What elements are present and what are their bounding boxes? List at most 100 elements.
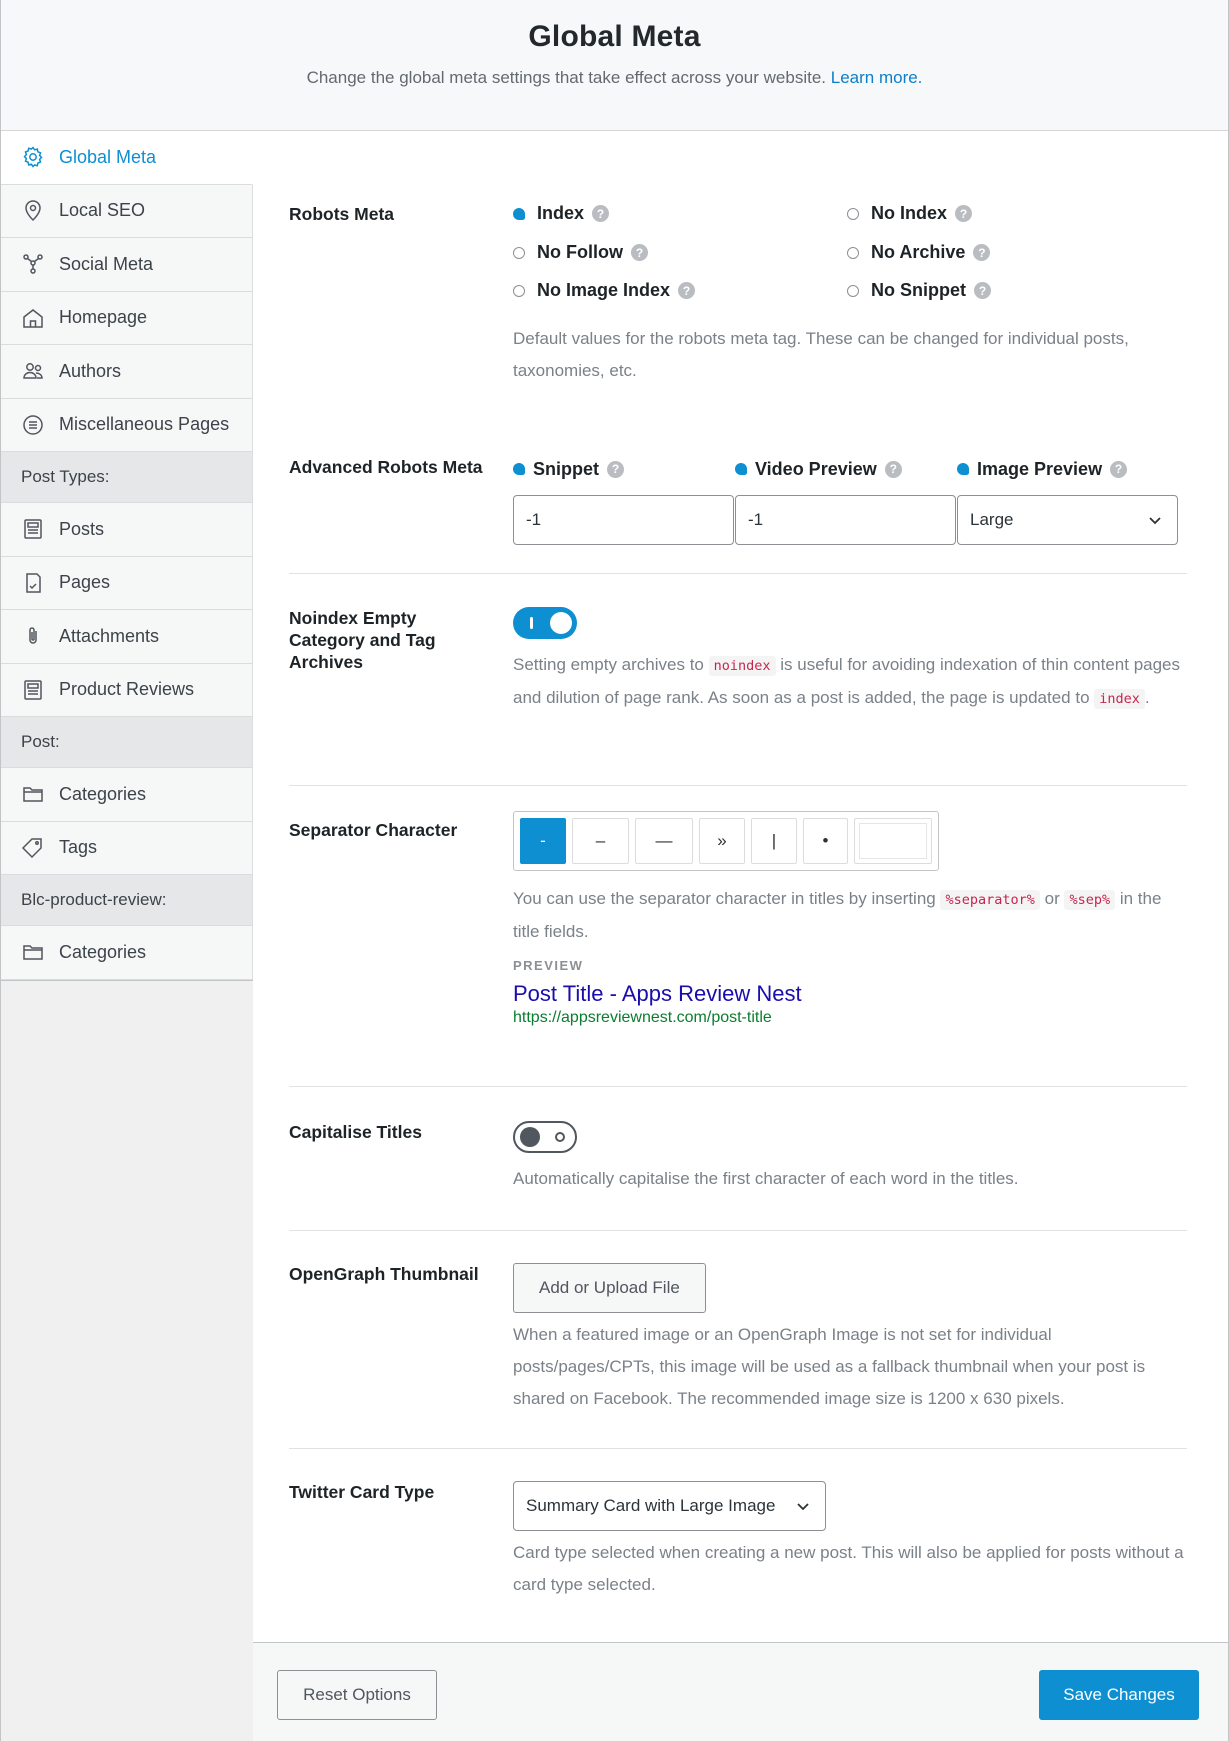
checkbox-unchecked[interactable] (513, 284, 525, 297)
checkbox-checked[interactable] (957, 463, 969, 475)
snippet-control: Snippet? -1 (513, 456, 735, 545)
noindex-empty-toggle[interactable] (513, 607, 577, 639)
noindex-empty-label: Noindex Empty Category and Tag Archives (289, 608, 436, 672)
robots-meta-label: Robots Meta (289, 204, 394, 224)
image-preview-select[interactable]: Large (957, 495, 1178, 545)
robots-option-noimageindex[interactable]: No Image Index ? (513, 280, 696, 301)
preview-label: PREVIEW (513, 958, 584, 973)
help-icon[interactable]: ? (974, 282, 991, 299)
help-icon[interactable]: ? (630, 244, 648, 261)
checkbox-checked[interactable] (735, 463, 747, 475)
select-value: Summary Card with Large Image (526, 1496, 776, 1515)
noindex-empty-description: Setting empty archives to noindex is use… (513, 649, 1187, 715)
reset-options-button[interactable]: Reset Options (277, 1670, 437, 1720)
desc-text: You can use the separator character in t… (513, 889, 936, 908)
separator-option-emdash[interactable]: — (635, 818, 693, 864)
chevron-down-icon (797, 1503, 809, 1511)
help-icon[interactable]: ? (955, 205, 973, 222)
separator-option-bullet[interactable]: • (803, 818, 848, 864)
option-label: No Snippet (871, 280, 966, 300)
twitter-card-description: Card type selected when creating a new p… (513, 1543, 1184, 1594)
divider (289, 1230, 1187, 1231)
robots-description: Default values for the robots meta tag. … (513, 329, 1129, 380)
video-preview-input[interactable]: -1 (735, 495, 956, 545)
code-noindex: noindex (708, 656, 776, 676)
robots-option-noindex[interactable]: No Index ? (847, 203, 973, 224)
image-preview-checkbox[interactable]: Image Preview? (957, 456, 1179, 482)
sidebar-item-pages[interactable]: Pages (1, 556, 253, 610)
sidebar-item-review-categories[interactable]: Categories (1, 926, 253, 980)
video-preview-checkbox[interactable]: Video Preview? (735, 456, 957, 482)
page-icon (21, 571, 45, 595)
separator-option-hyphen[interactable]: - (520, 818, 566, 864)
save-changes-button[interactable]: Save Changes (1039, 1670, 1199, 1720)
snippet-input[interactable]: -1 (513, 495, 734, 545)
sidebar-item-label: Social Meta (59, 253, 154, 274)
snippet-checkbox[interactable]: Snippet? (513, 456, 735, 482)
page-title: Global Meta (528, 20, 701, 53)
sidebar-item-social-meta[interactable]: Social Meta (1, 238, 253, 292)
sidebar-item-label: Posts (59, 518, 105, 539)
divider (289, 573, 1187, 574)
robots-option-nofollow[interactable]: No Follow ? (513, 242, 648, 263)
divider (289, 785, 1187, 786)
sidebar-item-homepage[interactable]: Homepage (1, 291, 253, 345)
advanced-robots-label: Advanced Robots Meta (289, 457, 483, 477)
help-icon[interactable]: ? (678, 282, 696, 299)
help-icon[interactable]: ? (1110, 460, 1128, 478)
sidebar-group-post: Post: (1, 717, 253, 768)
code-index: index (1094, 689, 1145, 709)
checkbox-unchecked[interactable] (847, 246, 859, 259)
opengraph-label: OpenGraph Thumbnail (289, 1264, 479, 1284)
sidebar-item-global-meta[interactable]: Global Meta (1, 131, 253, 185)
chevron-down-icon (1149, 517, 1161, 525)
help-icon[interactable]: ? (592, 205, 610, 222)
checkbox-checked[interactable] (513, 463, 525, 475)
separator-option-pipe[interactable]: | (751, 818, 797, 864)
upload-file-button[interactable]: Add or Upload File (513, 1263, 706, 1313)
twitter-card-body: Summary Card with Large Image Card type … (513, 1481, 1187, 1601)
custom-input-field[interactable] (859, 823, 927, 859)
toggle-knob (550, 612, 572, 634)
users-icon (21, 359, 45, 383)
sidebar-item-post-categories[interactable]: Categories (1, 768, 253, 822)
sidebar-empty-area (1, 979, 253, 981)
sidebar-item-authors[interactable]: Authors (1, 345, 253, 399)
separator-options: - – — » | • (513, 811, 939, 871)
help-icon[interactable]: ? (884, 460, 902, 478)
robots-option-noarchive[interactable]: No Archive ? (847, 242, 991, 263)
twitter-card-label: Twitter Card Type (289, 1482, 435, 1502)
separator-option-endash[interactable]: – (572, 818, 629, 864)
page-header: Global Meta Change the global meta setti… (1, 0, 1228, 131)
sidebar-item-local-seo[interactable]: Local SEO (1, 184, 253, 238)
checkbox-unchecked[interactable] (513, 246, 525, 259)
image-preview-control: Image Preview? Large (957, 456, 1179, 545)
option-label: No Index (871, 203, 948, 223)
robots-options: Index ? No Index ? No Follow ? No Archiv… (513, 203, 1187, 323)
sidebar-item-miscellaneous-pages[interactable]: Miscellaneous Pages (1, 398, 253, 452)
option-label: No Archive (871, 242, 966, 262)
preview-url: https://appsreviewnest.com/post-title (513, 1009, 772, 1026)
checkbox-unchecked[interactable] (847, 284, 859, 297)
sidebar-item-label: Authors (59, 360, 122, 381)
sidebar-item-post-tags[interactable]: Tags (1, 821, 253, 875)
checkbox-unchecked[interactable] (847, 207, 859, 220)
settings-window: Global Meta Change the global meta setti… (0, 0, 1229, 1741)
sidebar-item-attachments[interactable]: Attachments (1, 610, 253, 664)
separator-custom-input[interactable] (854, 818, 932, 864)
learn-more-link[interactable]: Learn more. (831, 68, 923, 87)
capitalise-toggle[interactable] (513, 1121, 577, 1153)
checkbox-checked[interactable] (513, 207, 525, 220)
help-icon[interactable]: ? (973, 244, 991, 261)
sidebar-item-posts[interactable]: Posts (1, 503, 253, 557)
separator-description: You can use the separator character in t… (513, 883, 1187, 948)
separator-option-raquo[interactable]: » (699, 818, 745, 864)
robots-option-nosnippet[interactable]: No Snippet ? (847, 280, 991, 301)
help-icon[interactable]: ? (607, 460, 624, 478)
twitter-card-select[interactable]: Summary Card with Large Image (513, 1481, 826, 1531)
robots-option-index[interactable]: Index ? (513, 203, 610, 224)
capitalise-body: Automatically capitalise the first chara… (513, 1121, 1187, 1195)
separator-body: - – — » | • You can use the separator ch… (513, 811, 1187, 1027)
sidebar-item-product-reviews[interactable]: Product Reviews (1, 663, 253, 717)
code-separator: %separator% (940, 890, 1040, 910)
